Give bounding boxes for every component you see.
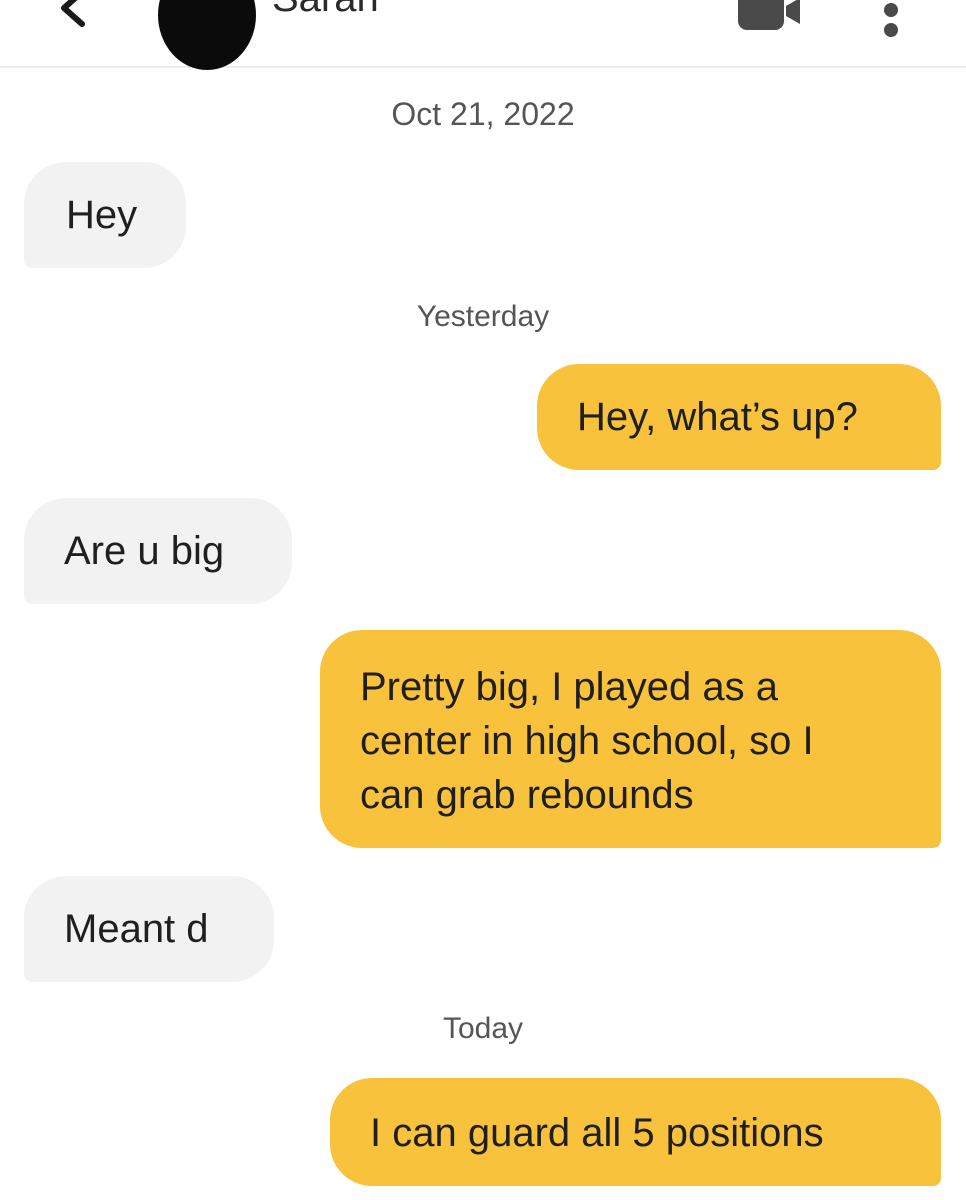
date-separator: Yesterday xyxy=(416,300,550,333)
message-text: Hey xyxy=(66,193,138,237)
avatar[interactable] xyxy=(158,0,256,70)
date-separator: Oct 21, 2022 xyxy=(391,96,575,132)
video-call-button[interactable] xyxy=(736,0,804,32)
video-camera-icon xyxy=(738,0,800,30)
chat-screen: Sarah Oct 21, 2022 Yesterday Today Hey H… xyxy=(0,0,966,1200)
message-text-line: center in high school, so I xyxy=(360,719,814,763)
chat-header: Sarah xyxy=(0,0,966,70)
more-vertical-icon xyxy=(884,3,898,37)
more-options-button[interactable] xyxy=(876,0,906,42)
message-text: Are u big xyxy=(64,529,225,573)
message-text-line: Pretty big, I played as a xyxy=(360,665,779,709)
incoming-message[interactable]: Meant d xyxy=(24,876,274,982)
outgoing-message[interactable]: Pretty big, I played as a center in high… xyxy=(320,630,941,848)
message-text: Hey, what’s up? xyxy=(577,395,858,439)
message-text-line: can grab rebounds xyxy=(360,773,694,817)
message-text: I can guard all 5 positions xyxy=(370,1111,824,1155)
incoming-message[interactable]: Are u big xyxy=(24,498,292,604)
message-text: Meant d xyxy=(64,907,209,951)
contact-name[interactable]: Sarah xyxy=(272,0,379,18)
outgoing-message[interactable]: I can guard all 5 positions xyxy=(330,1078,941,1186)
outgoing-message[interactable]: Hey, what’s up? xyxy=(537,364,941,470)
incoming-message[interactable]: Hey xyxy=(24,162,186,268)
date-separator: Today xyxy=(442,1012,524,1045)
chevron-left-icon xyxy=(61,0,85,27)
back-button[interactable] xyxy=(52,0,96,30)
